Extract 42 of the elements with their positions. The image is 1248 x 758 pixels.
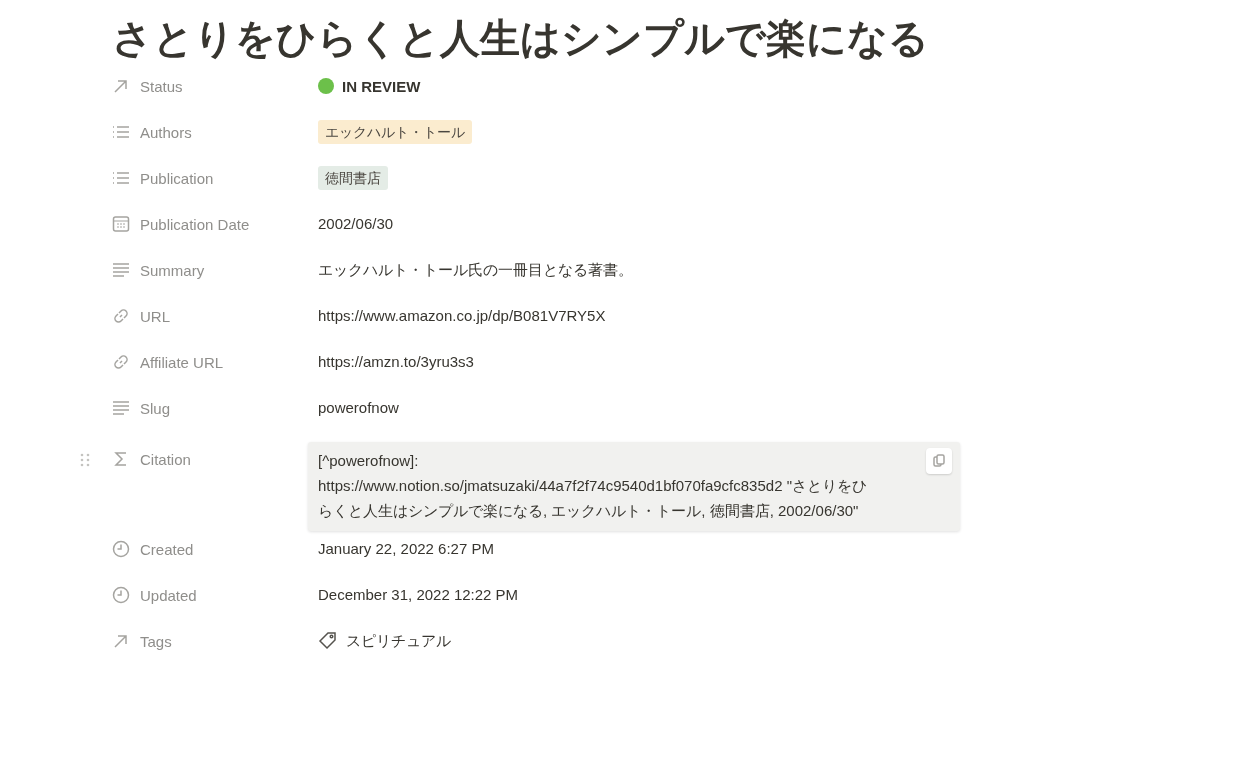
clock-icon bbox=[112, 586, 130, 604]
property-value[interactable]: https://amzn.to/3yru3s3 bbox=[318, 350, 474, 374]
tag-icon bbox=[318, 631, 338, 651]
relation-link[interactable]: スピリチュアル bbox=[346, 631, 451, 651]
arrow-icon bbox=[112, 632, 130, 650]
property-value: エックハルト・トール氏の一冊目となる著書。 bbox=[318, 260, 633, 280]
property-label[interactable]: Summary bbox=[140, 261, 205, 279]
copy-icon bbox=[932, 454, 946, 468]
property-label[interactable]: Affiliate URL bbox=[140, 353, 224, 371]
text-lines-icon bbox=[112, 399, 130, 417]
citation-text: [^powerofnow]: bbox=[318, 451, 419, 471]
link-icon bbox=[112, 353, 130, 371]
text-lines-icon bbox=[112, 261, 130, 279]
arrow-icon bbox=[112, 77, 130, 95]
property-value: powerofnow bbox=[318, 398, 399, 418]
property-label[interactable]: Tags bbox=[140, 632, 172, 650]
citation-text: らくと人生はシンプルで楽になる, エックハルト・トール, 徳間書店, 2002/06/30" bbox=[318, 501, 859, 521]
citation-text: https://www.notion.so/jmatsuzaki/44a7f2f74c9540d1bf070fa9cfc835d2 "さとりをひ bbox=[318, 476, 867, 496]
property-value: 2002/06/30 bbox=[318, 214, 394, 234]
property-value[interactable]: https://www.amazon.co.jp/dp/B081V7RY5X bbox=[318, 304, 606, 328]
property-label[interactable]: Citation bbox=[140, 450, 191, 468]
status-value: IN REVIEW bbox=[342, 77, 421, 95]
property-label[interactable]: Created bbox=[140, 540, 194, 558]
tag[interactable]: エックハルト・トール bbox=[318, 120, 472, 144]
property-label[interactable]: Updated bbox=[140, 586, 197, 604]
clock-icon bbox=[112, 540, 130, 558]
list-icon bbox=[112, 169, 130, 187]
page-title: さとりをひらくと人生はシンプルで楽になる bbox=[112, 15, 930, 62]
copy-button[interactable] bbox=[926, 448, 952, 474]
property-label[interactable]: Status bbox=[140, 77, 183, 95]
property-label[interactable]: URL bbox=[140, 307, 170, 325]
tag[interactable]: 徳間書店 bbox=[318, 166, 388, 190]
property-value: December 31, 2022 12:22 PM bbox=[318, 585, 519, 605]
property-label[interactable]: Publication bbox=[140, 169, 214, 187]
calendar-icon bbox=[112, 215, 130, 233]
property-label[interactable]: Slug bbox=[140, 399, 171, 417]
link-icon bbox=[112, 307, 130, 325]
list-icon bbox=[112, 123, 130, 141]
property-label[interactable]: Publication Date bbox=[140, 215, 250, 233]
drag-handle-icon[interactable] bbox=[80, 452, 90, 468]
property-label[interactable]: Authors bbox=[140, 123, 192, 141]
property-value: January 22, 2022 6:27 PM bbox=[318, 539, 494, 559]
